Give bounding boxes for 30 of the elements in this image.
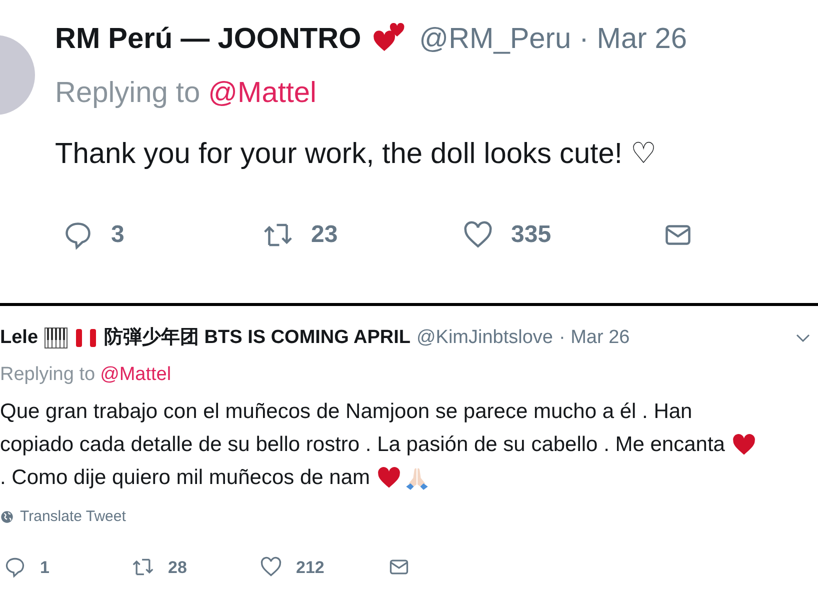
heart-icon bbox=[730, 432, 757, 458]
reply-count: 1 bbox=[40, 556, 50, 578]
user-name: Lele bbox=[0, 326, 38, 350]
user-name: 防弾少年团 BTS IS COMING APRIL bbox=[104, 326, 410, 350]
like-count: 335 bbox=[511, 220, 552, 250]
reply-count: 3 bbox=[111, 220, 124, 250]
tweet-time[interactable]: · Mar 26 bbox=[579, 18, 688, 62]
mention-link[interactable]: @Mattel bbox=[100, 360, 172, 389]
reply-icon bbox=[4, 556, 26, 578]
heart-icon bbox=[463, 220, 493, 250]
tweet-text: Que gran trabajo con el muñecos de Namjoon se parece mucho a él . Han bbox=[0, 399, 692, 425]
tweet-time[interactable]: · Mar 26 bbox=[559, 324, 630, 352]
tweet-text: copiado cada detalle de su bello rostro . La pasión de su cabello . Me encanta bbox=[0, 432, 725, 458]
like-count: 212 bbox=[296, 556, 324, 578]
piano-icon bbox=[44, 326, 68, 350]
retweet-count: 23 bbox=[311, 220, 338, 250]
reply-label: Replying to bbox=[55, 76, 200, 110]
reply-icon bbox=[63, 220, 93, 250]
retweet-count: 28 bbox=[168, 556, 187, 578]
translate-link[interactable]: Translate Tweet bbox=[20, 506, 126, 528]
user-handle[interactable]: @KimJinbtslove bbox=[416, 324, 553, 352]
heart-icon bbox=[376, 464, 402, 490]
reply-label: Replying to bbox=[0, 362, 96, 386]
heart-icon bbox=[260, 556, 282, 578]
globe-icon bbox=[0, 510, 14, 524]
tweet-text: . Como dije quiero mil muñecos de nam bbox=[0, 465, 370, 491]
mention-link[interactable]: @Mattel bbox=[208, 72, 317, 115]
user-handle[interactable]: @RM_Peru bbox=[419, 18, 572, 62]
tweet-text: Thank you for your work, the doll looks cute! ♡ bbox=[55, 137, 658, 172]
user-name: RM Perú — JOONTRO bbox=[55, 22, 362, 57]
